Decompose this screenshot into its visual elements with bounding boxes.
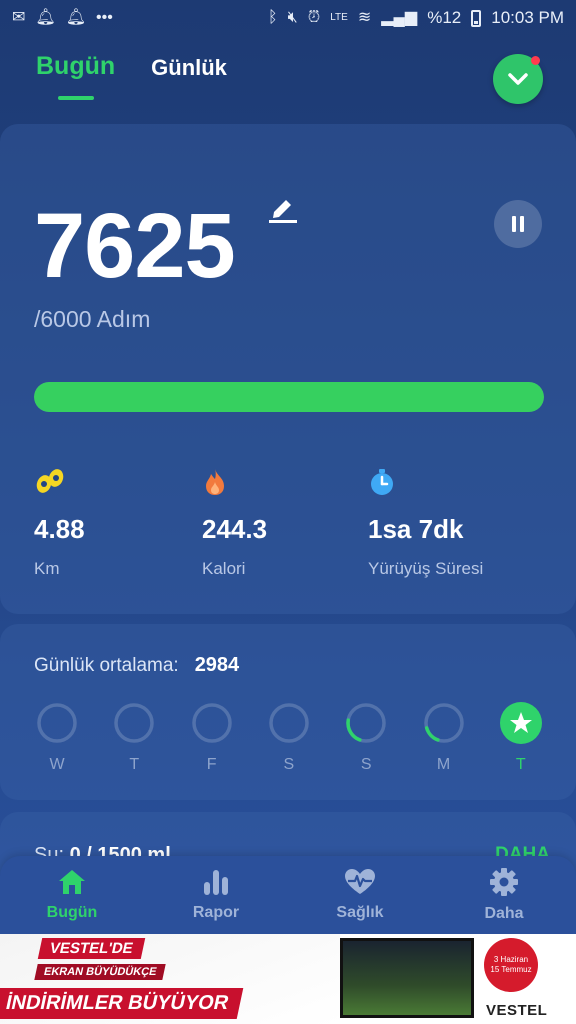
bell-icon: 🔔︎ xyxy=(35,9,56,26)
daily-average-card[interactable]: Günlük ortalama: 2984 W T F S S M T xyxy=(0,624,576,800)
battery-icon xyxy=(471,9,482,27)
day-progress-ring xyxy=(37,703,77,743)
ad-brand-logo: VESTEL xyxy=(486,1002,548,1019)
step-progress-bar xyxy=(34,382,544,412)
ad-line-3: İNDİRİMLER BÜYÜYOR xyxy=(0,988,244,1019)
duration-label: Yürüyüş Süresi xyxy=(368,559,484,578)
ad-badge-line-1: 3 Haziran xyxy=(493,954,529,964)
daily-average-row: Günlük ortalama: 2984 xyxy=(34,654,239,677)
day-1[interactable]: T xyxy=(113,702,155,774)
day-progress-ring xyxy=(114,703,155,743)
distance-label: Km xyxy=(34,559,60,578)
day-6[interactable]: T xyxy=(499,702,542,774)
ad-banner[interactable]: VESTEL'DE EKRAN BÜYÜDÜKÇE İNDİRİMLER BÜY… xyxy=(0,934,576,1024)
nav-label-today: Bugün xyxy=(46,904,98,921)
alarm-icon: ⏰︎ xyxy=(307,9,321,26)
day-3[interactable]: S xyxy=(268,702,310,774)
clock: 10:03 PM xyxy=(491,8,564,27)
daily-average-label: Günlük ortalama: xyxy=(34,655,179,676)
distance-stat: 4.88 Km xyxy=(34,468,85,579)
day-label: W xyxy=(49,756,65,773)
signal-icon: ▂▄▆ xyxy=(381,9,418,26)
tab-daily[interactable]: Günlük xyxy=(151,55,227,81)
more-notifications-icon: ••• xyxy=(96,9,113,26)
header-tabs: Bugün Günlük xyxy=(36,52,227,81)
notification-dot xyxy=(531,56,540,65)
mute-icon: 🔇︎ xyxy=(287,9,298,26)
day-4[interactable]: S xyxy=(345,702,387,774)
calorie-value: 244.3 xyxy=(202,514,268,544)
status-bar: ✉ 🔔︎ 🔔︎ ••• ᛒ 🔇︎ ⏰︎ LTE ≋ ▂▄▆ %12 10:03 … xyxy=(0,0,576,36)
day-label: S xyxy=(283,756,295,773)
footprints-icon xyxy=(34,468,85,496)
flame-icon xyxy=(202,468,267,496)
goal-check-button[interactable] xyxy=(493,54,543,104)
nav-label-health: Sağlık xyxy=(336,904,384,921)
stopwatch-icon xyxy=(368,468,483,496)
bell-icon: 🔔︎ xyxy=(65,9,87,26)
battery-percent: %12 xyxy=(427,8,462,27)
nav-item-report[interactable]: Rapor xyxy=(156,868,276,922)
ad-badge-line-2: 15 Temmuz xyxy=(490,965,532,974)
ad-text-panel: VESTEL'DE EKRAN BÜYÜDÜKÇE İNDİRİMLER BÜY… xyxy=(0,934,340,1024)
duration-value: 1sa 7dk xyxy=(368,514,464,544)
home-icon xyxy=(59,870,85,894)
heart-pulse-icon xyxy=(345,869,375,894)
bottom-navigation: Bugün Rapor Sağlık Daha xyxy=(0,856,576,934)
pause-button[interactable] xyxy=(494,200,542,248)
day-2[interactable]: F xyxy=(191,702,233,774)
edit-icon[interactable] xyxy=(266,194,298,224)
wifi-icon: ≋ xyxy=(357,9,372,26)
nav-label-more: Daha xyxy=(484,905,524,922)
pause-icon xyxy=(512,216,524,232)
day-label: M xyxy=(436,756,451,773)
step-goal: /6000 Adım xyxy=(34,306,151,332)
day-0[interactable]: W xyxy=(36,702,78,774)
ad-line-2: EKRAN BÜYÜDÜKÇE xyxy=(34,964,167,980)
day-label: S xyxy=(360,756,372,773)
nav-item-today[interactable]: Bugün xyxy=(12,868,132,922)
day-5[interactable]: M xyxy=(423,702,465,774)
daily-average-value: 2984 xyxy=(194,654,240,676)
distance-value: 4.88 xyxy=(34,514,85,544)
step-count: 7625 xyxy=(34,195,236,297)
day-label: F xyxy=(206,756,217,773)
day-progress-ring xyxy=(423,703,464,743)
active-tab-indicator xyxy=(58,96,94,100)
tab-today[interactable]: Bugün xyxy=(36,52,115,81)
day-label: T xyxy=(129,756,140,773)
day-progress-ring xyxy=(269,703,309,743)
bar-chart-icon xyxy=(204,870,228,895)
nav-item-more[interactable]: Daha xyxy=(444,867,564,923)
star-icon xyxy=(499,702,542,744)
volte-icon: LTE xyxy=(330,12,348,23)
day-label: T xyxy=(515,756,526,773)
nav-item-health[interactable]: Sağlık xyxy=(300,868,420,922)
gear-icon xyxy=(490,868,518,896)
calorie-label: Kalori xyxy=(202,559,246,578)
notification-icon: ✉ xyxy=(12,9,26,26)
step-progress-fill xyxy=(34,382,544,412)
ad-date-badge: 3 Haziran 15 Temmuz xyxy=(484,938,538,992)
bluetooth-icon: ᛒ xyxy=(268,9,278,26)
steps-card: 7625 /6000 Adım 4.88 Km 244.3 Kalori 1sa… xyxy=(0,124,576,614)
day-progress-ring xyxy=(191,703,232,743)
nav-label-report: Rapor xyxy=(192,904,240,921)
ad-line-1: VESTEL'DE xyxy=(37,938,145,959)
ad-tv-image xyxy=(340,938,474,1018)
day-progress-ring xyxy=(346,703,386,743)
chevron-down-icon xyxy=(508,73,528,85)
duration-stat: 1sa 7dk Yürüyüş Süresi xyxy=(368,468,483,579)
calorie-stat: 244.3 Kalori xyxy=(202,468,267,579)
